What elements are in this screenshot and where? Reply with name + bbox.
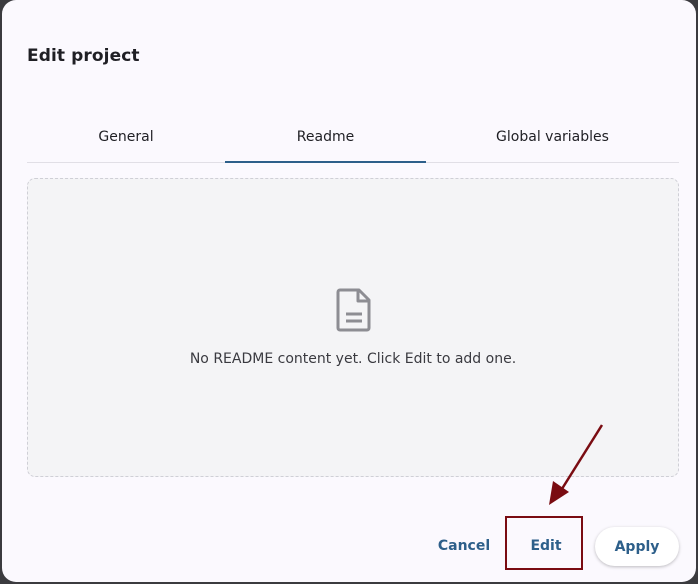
- tab-bar: General Readme Global variables: [27, 112, 679, 163]
- tab-readme[interactable]: Readme: [225, 112, 426, 163]
- edit-button[interactable]: Edit: [512, 526, 580, 566]
- readme-empty-state: No README content yet. Click Edit to add…: [27, 178, 679, 477]
- edit-project-dialog: Edit project General Readme Global varia…: [2, 0, 696, 582]
- apply-button[interactable]: Apply: [595, 527, 679, 566]
- readme-empty-text: No README content yet. Click Edit to add…: [189, 351, 517, 367]
- tab-global-variables[interactable]: Global variables: [426, 112, 679, 162]
- dialog-title: Edit project: [27, 46, 140, 66]
- cancel-button[interactable]: Cancel: [432, 526, 496, 566]
- document-icon: [336, 288, 371, 332]
- tab-general[interactable]: General: [27, 112, 225, 162]
